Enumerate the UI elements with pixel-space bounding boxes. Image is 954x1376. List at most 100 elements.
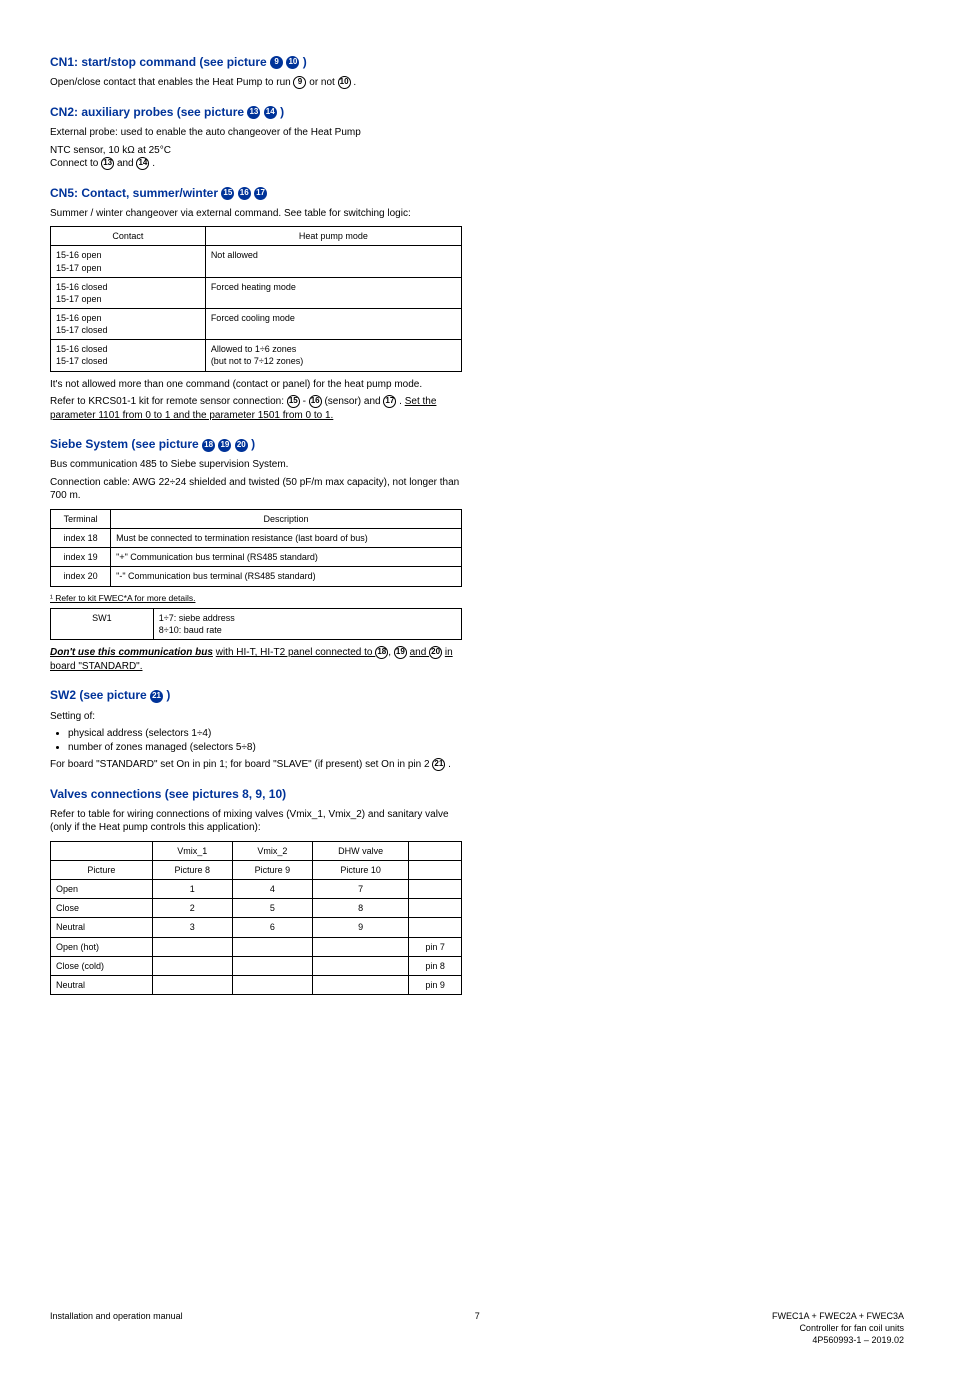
heading-cn2-tail: )	[280, 105, 284, 119]
heading-cn2: CN2: auxiliary probes (see picture 13 14…	[50, 104, 462, 120]
table-row: Open (hot) pin 7	[51, 937, 462, 956]
siebe-t-r2c2: Must be connected to termination resista…	[111, 529, 462, 548]
vt-r0c0: Picture	[51, 861, 153, 880]
footer-left: Installation and operation manual	[50, 1310, 183, 1346]
cn2-p2a: NTC sensor, 10 kΩ at 25°C	[50, 145, 171, 156]
footer-right-mid: Controller for fan coil units	[772, 1322, 904, 1334]
valves-p1: Refer to table for wiring connections of…	[50, 808, 462, 835]
vt-h2: Vmix_1	[152, 841, 232, 860]
cn5-t-r1c2: Heat pump mode	[205, 227, 461, 246]
table-row: index 18 Must be connected to terminatio…	[51, 529, 462, 548]
heading-sw2: SW2 (see picture 21 )	[50, 687, 462, 703]
bus-warning: Don't use this communication bus with HI…	[50, 646, 462, 673]
bus-warning-pre: Don't use this communication bus	[50, 647, 213, 658]
vt-r0c3: Picture 10	[312, 861, 408, 880]
table-row: index 20 "-" Communication bus terminal …	[51, 567, 462, 586]
ref-9-outline: 9	[293, 76, 306, 89]
ref-13-outline: 13	[101, 157, 114, 170]
vt-r5c1	[152, 956, 232, 975]
cn5-t-r2c2: Not allowed	[205, 246, 461, 277]
siebe-p2: Connection cable: AWG 22÷24 shielded and…	[50, 476, 462, 503]
sw2-p2b: .	[448, 759, 451, 770]
table-row: 15-16 open 15-17 open Not allowed	[51, 246, 462, 277]
cn2-p1: External probe: used to enable the auto …	[50, 126, 462, 140]
ref-9-solid: 9	[270, 56, 283, 69]
cn5-p3a: Refer to KRCS01-1 kit for remote sensor …	[50, 396, 287, 407]
vt-r4c3	[312, 937, 408, 956]
cn5-t-r4c1: 15-16 open 15-17 closed	[51, 309, 206, 340]
heading-sw2-tail: )	[166, 688, 170, 702]
heading-cn2-text: CN2: auxiliary probes (see picture	[50, 105, 247, 119]
heading-valves: Valves connections (see pictures 8, 9, 1…	[50, 786, 462, 802]
table-row: 15-16 open 15-17 closed Forced cooling m…	[51, 309, 462, 340]
page-footer: Installation and operation manual 7 FWEC…	[0, 1310, 954, 1376]
cn5-table: Contact Heat pump mode 15-16 open 15-17 …	[50, 226, 462, 371]
vt-h4: DHW valve	[312, 841, 408, 860]
cn5-t-r4c2: Forced cooling mode	[205, 309, 461, 340]
table-row: Vmix_1 Vmix_2 DHW valve	[51, 841, 462, 860]
vt-r2c0: Close	[51, 899, 153, 918]
vt-r5c4: pin 8	[409, 956, 462, 975]
cn5-t-r5c1: 15-16 closed 15-17 closed	[51, 340, 206, 371]
heading-cn1-text: CN1: start/stop command (see picture	[50, 55, 270, 69]
heading-siebe: Siebe System (see picture 18 19 20 )	[50, 436, 462, 452]
heading-cn5-text: CN5: Contact, summer/winter	[50, 186, 221, 200]
ref-14-solid: 14	[264, 106, 277, 119]
cn5-p3: Refer to KRCS01-1 kit for remote sensor …	[50, 395, 462, 422]
valves-table: Vmix_1 Vmix_2 DHW valve Picture Picture …	[50, 841, 462, 995]
vt-h5	[409, 841, 462, 860]
bus-warning-post: with HI-T, HI-T2 panel connected to	[216, 647, 376, 658]
footer-right-top: FWEC1A + FWEC2A + FWEC3A	[772, 1310, 904, 1322]
vt-r2c3: 8	[312, 899, 408, 918]
ref-13-solid: 13	[247, 106, 260, 119]
siebe-p1: Bus communication 485 to Siebe supervisi…	[50, 458, 462, 472]
vt-r4c0: Open (hot)	[51, 937, 153, 956]
ref-19-solid: 19	[218, 439, 231, 452]
vt-r5c3	[312, 956, 408, 975]
vt-r6c0: Neutral	[51, 975, 153, 994]
vt-r6c1	[152, 975, 232, 994]
vt-r0c2: Picture 9	[232, 861, 312, 880]
vt-r1c4	[409, 880, 462, 899]
heading-siebe-text: Siebe System (see picture	[50, 437, 202, 451]
ref-10-outline: 10	[338, 76, 351, 89]
vt-r6c4: pin 9	[409, 975, 462, 994]
ref-21-solid: 21	[150, 690, 163, 703]
cn5-t-r2c1: 15-16 open 15-17 open	[51, 246, 206, 277]
cn5-t-r1c1: Contact	[51, 227, 206, 246]
ref-19-outline: 19	[394, 646, 407, 659]
sw1-t-c1: SW1	[51, 608, 154, 639]
siebe-t-r4c2: "-" Communication bus terminal (RS485 st…	[111, 567, 462, 586]
cn5-p2: It's not allowed more than one command (…	[50, 378, 462, 392]
cn1-desc-a: Open/close contact that enables the Heat…	[50, 77, 293, 88]
ref-16-solid: 16	[238, 187, 251, 200]
cn5-t-r5c2: Allowed to 1÷6 zones (but not to 7÷12 zo…	[205, 340, 461, 371]
sw2-list: physical address (selectors 1÷4) number …	[68, 727, 462, 754]
table-row: Neutral 3 6 9	[51, 918, 462, 937]
heading-siebe-tail: )	[251, 437, 255, 451]
vt-r5c0: Close (cold)	[51, 956, 153, 975]
cn5-p3c: (sensor) and	[324, 396, 383, 407]
vt-r3c2: 6	[232, 918, 312, 937]
cn2-p2b-before: Connect to	[50, 158, 101, 169]
siebe-t-r1c1: Terminal	[51, 509, 111, 528]
cn2-p2b-end: .	[152, 158, 155, 169]
ref-17-solid: 17	[254, 187, 267, 200]
vt-r1c1: 1	[152, 880, 232, 899]
vt-r1c3: 7	[312, 880, 408, 899]
ref-20-solid: 20	[235, 439, 248, 452]
cn5-t-r3c2: Forced heating mode	[205, 277, 461, 308]
table-row: SW1 1÷7: siebe address 8÷10: baud rate	[51, 608, 462, 639]
ref-15-outline: 15	[287, 395, 300, 408]
vt-r3c1: 3	[152, 918, 232, 937]
sw2-p2a: For board "STANDARD" set On in pin 1; fo…	[50, 759, 432, 770]
siebe-t-r3c2: "+" Communication bus terminal (RS485 st…	[111, 548, 462, 567]
table-row: Open 1 4 7	[51, 880, 462, 899]
vt-r4c4: pin 7	[409, 937, 462, 956]
ref-14-outline: 14	[136, 157, 149, 170]
table-row: Close 2 5 8	[51, 899, 462, 918]
ref-15-solid: 15	[221, 187, 234, 200]
siebe-t-r2c1: index 18	[51, 529, 111, 548]
ref-21-outline: 21	[432, 758, 445, 771]
vt-r6c2	[232, 975, 312, 994]
